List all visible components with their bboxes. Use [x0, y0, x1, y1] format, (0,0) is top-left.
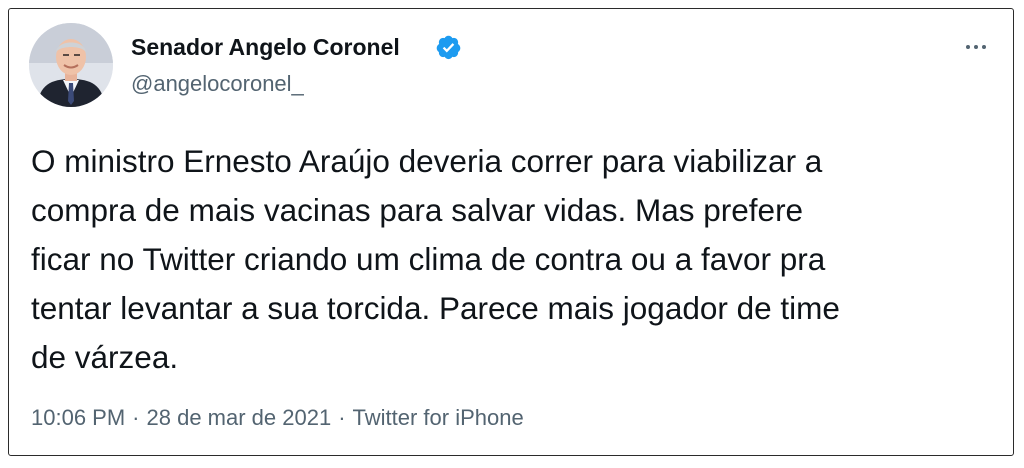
avatar-photo [29, 23, 113, 107]
tweet-source[interactable]: Twitter for iPhone [353, 405, 524, 430]
more-dot [966, 45, 970, 49]
more-dot [974, 45, 978, 49]
tweet-text-line: de várzea. [31, 339, 179, 375]
tweet-text-line: tentar levantar a sua torcida. Parece ma… [31, 290, 840, 326]
tweet-time[interactable]: 10:06 PM [31, 405, 125, 430]
tweet-text-line: compra de mais vacinas para salvar vidas… [31, 192, 804, 228]
tweet-text: O ministro Ernesto Araújo deveria correr… [31, 137, 991, 382]
author-name[interactable]: Senador Angelo Coronel [131, 34, 400, 61]
tweet-metadata: 10:06 PM · 28 de mar de 2021 · Twitter for i… [31, 405, 524, 431]
tweet-date[interactable]: 28 de mar de 2021 [147, 405, 332, 430]
tweet-card: Senador Angelo Coronel @angelocoronel_ O… [8, 8, 1014, 456]
tweet-text-line: ficar no Twitter criando um clima de con… [31, 241, 826, 277]
author-handle[interactable]: @angelocoronel_ [131, 71, 304, 97]
tweet-text-line: O ministro Ernesto Araújo deveria correr… [31, 143, 823, 179]
meta-separator: · [132, 405, 140, 430]
more-options-icon[interactable] [959, 35, 993, 59]
more-dot [982, 45, 986, 49]
author-avatar[interactable] [29, 23, 113, 107]
verified-badge-icon [436, 35, 461, 60]
meta-separator: · [338, 405, 346, 430]
